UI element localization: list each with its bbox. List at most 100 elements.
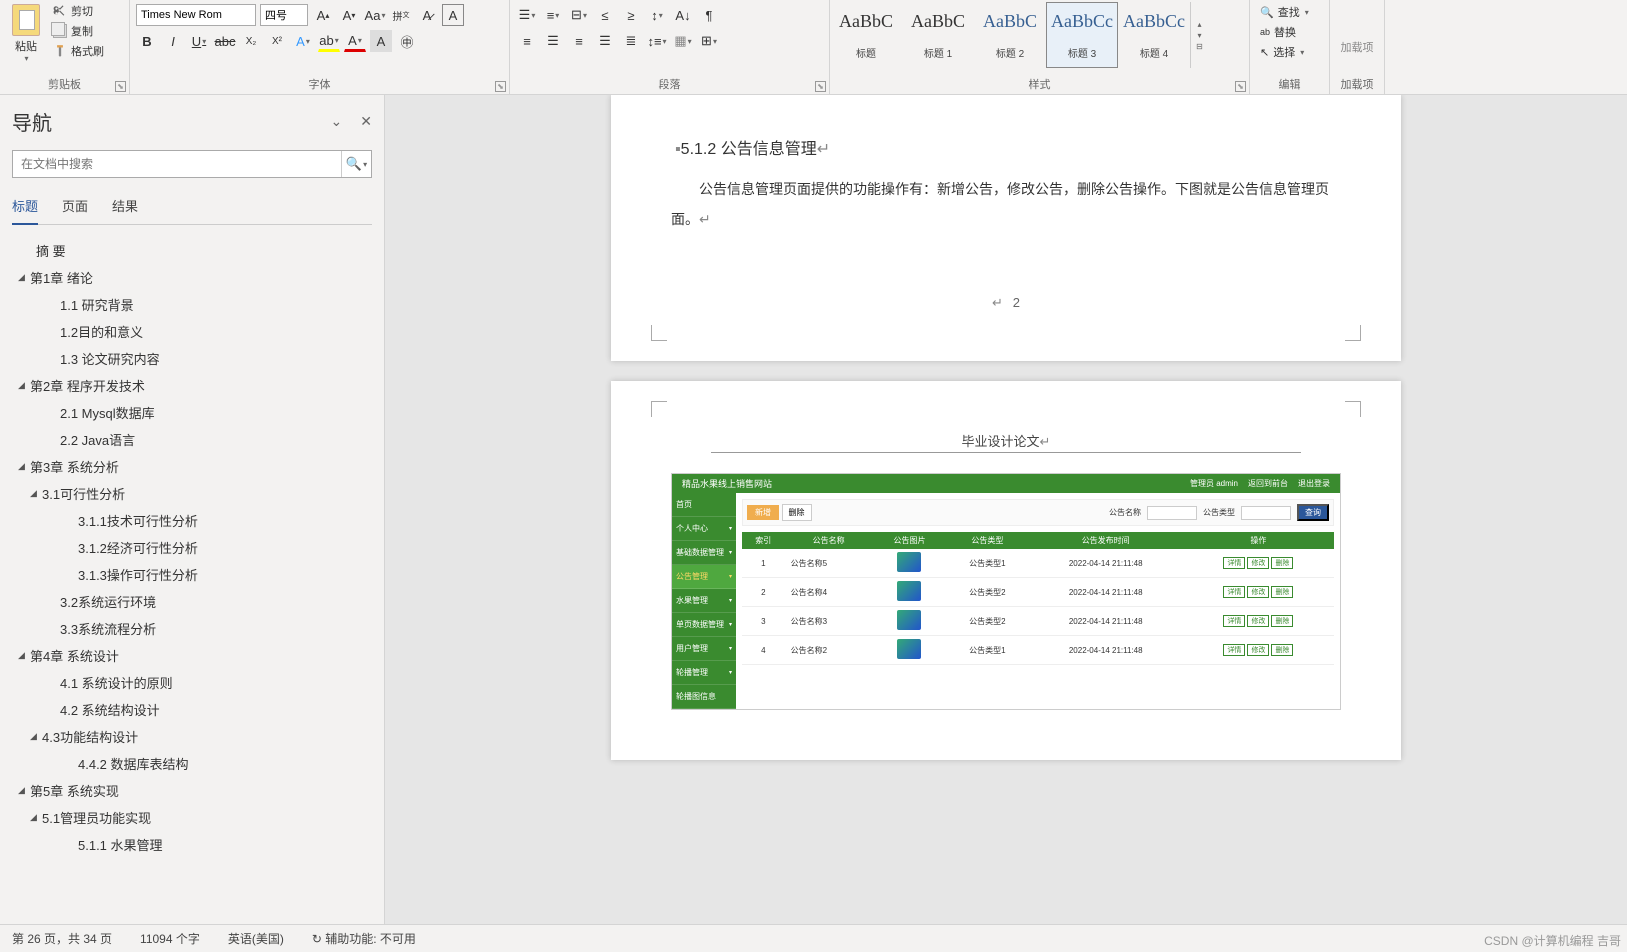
multilevel-list-button[interactable]: ⊟▾ [568,4,590,26]
change-case-button[interactable]: Aa▾ [364,4,386,26]
tree-item[interactable]: 4.4.2 数据库表结构 [12,750,372,777]
nav-tab-headings[interactable]: 标题 [12,192,38,225]
status-language[interactable]: 英语(美国) [228,930,284,947]
embed-action-button[interactable]: 删除 [1271,644,1293,656]
paste-button[interactable]: 粘贴 ▾ [6,2,46,65]
find-button[interactable]: 🔍 查找▾ [1256,2,1323,22]
embed-action-button[interactable]: 修改 [1247,644,1269,656]
nav-search-input[interactable] [13,151,341,177]
tree-item[interactable]: ◢5.1管理员功能实现 [12,804,372,831]
underline-button[interactable]: U▾ [188,30,210,52]
embed-sidebar-item[interactable]: 轮播图信息 [672,685,736,709]
tree-item[interactable]: ◢第3章 系统分析 [12,453,372,480]
font-launcher[interactable]: ⬊ [495,81,506,92]
font-name-select[interactable] [136,4,256,26]
nav-search-button[interactable]: 🔍▾ [341,151,371,177]
embed-sidebar-item[interactable]: 基础数据管理▾ [672,541,736,565]
tree-item[interactable]: 4.2 系统结构设计 [12,696,372,723]
tree-item[interactable]: 4.1 系统设计的原则 [12,669,372,696]
nav-close-button[interactable]: ✕ [360,113,372,130]
show-marks-button[interactable]: ¶ [698,4,720,26]
character-border-button[interactable]: A [442,4,464,26]
nav-collapse-button[interactable]: ⌄ [331,113,343,130]
style-item[interactable]: AaBbC标题 2 [974,2,1046,68]
text-direction-button[interactable]: ↕▾ [646,4,668,26]
embed-search-button[interactable]: 查询 [1297,504,1329,521]
clear-formatting-button[interactable]: A̷ [416,4,438,26]
superscript-button[interactable]: X² [266,30,288,52]
embed-action-button[interactable]: 修改 [1247,557,1269,569]
embed-action-button[interactable]: 详情 [1223,557,1245,569]
styles-up-icon[interactable]: ▴ [1193,20,1206,29]
decrease-indent-button[interactable]: ≤ [594,4,616,26]
embed-action-button[interactable]: 修改 [1247,615,1269,627]
numbering-button[interactable]: ≡▾ [542,4,564,26]
highlight-button[interactable]: ab▾ [318,30,340,52]
embed-header-link[interactable]: 管理员 admin [1190,478,1238,489]
sort-button[interactable]: A↓ [672,4,694,26]
tree-item[interactable]: 5.1.1 水果管理 [12,831,372,858]
align-left-button[interactable]: ≡ [516,30,538,52]
tree-item[interactable]: 1.3 论文研究内容 [12,345,372,372]
clipboard-launcher[interactable]: ⬊ [115,81,126,92]
embed-filter2-input[interactable] [1241,506,1291,520]
status-accessibility[interactable]: ↻ 辅助功能: 不可用 [312,930,416,947]
tree-item[interactable]: 3.1.1技术可行性分析 [12,507,372,534]
font-size-select[interactable] [260,4,308,26]
embed-action-button[interactable]: 详情 [1223,586,1245,598]
embed-sidebar-item[interactable]: 首页 [672,493,736,517]
embed-action-button[interactable]: 删除 [1271,586,1293,598]
embed-sidebar-item[interactable]: 个人中心▾ [672,517,736,541]
embed-action-button[interactable]: 删除 [1271,557,1293,569]
shading-button[interactable]: ▦▾ [672,30,694,52]
distributed-button[interactable]: ≣ [620,30,642,52]
tree-item[interactable]: 摘 要 [12,237,372,264]
status-words[interactable]: 11094 个字 [140,930,200,947]
embed-sidebar-item[interactable]: 用户管理▾ [672,637,736,661]
style-item[interactable]: AaBbC标题 [830,2,902,68]
tree-item[interactable]: ◢第2章 程序开发技术 [12,372,372,399]
embed-header-link[interactable]: 退出登录 [1298,478,1330,489]
tree-item[interactable]: 2.1 Mysql数据库 [12,399,372,426]
justify-button[interactable]: ☰ [594,30,616,52]
line-spacing-button[interactable]: ↕≡▾ [646,30,668,52]
nav-tab-results[interactable]: 结果 [112,192,138,224]
embed-sidebar-item[interactable]: 轮播管理▾ [672,661,736,685]
tree-item[interactable]: ◢第5章 系统实现 [12,777,372,804]
shrink-font-button[interactable]: A▾ [338,4,360,26]
style-item[interactable]: AaBbC标题 1 [902,2,974,68]
borders-button[interactable]: ⊞▾ [698,30,720,52]
embed-sidebar-item[interactable]: 公告管理▾ [672,565,736,589]
tree-item[interactable]: ◢第4章 系统设计 [12,642,372,669]
character-shading-button[interactable]: A [370,30,392,52]
embed-filter1-input[interactable] [1147,506,1197,520]
tree-item[interactable]: ◢3.1可行性分析 [12,480,372,507]
grow-font-button[interactable]: A▴ [312,4,334,26]
bullets-button[interactable]: ☰▾ [516,4,538,26]
style-item[interactable]: AaBbCc标题 4 [1118,2,1190,68]
tree-item[interactable]: 3.3系统流程分析 [12,615,372,642]
align-right-button[interactable]: ≡ [568,30,590,52]
tree-item[interactable]: 1.1 研究背景 [12,291,372,318]
tree-item[interactable]: ◢4.3功能结构设计 [12,723,372,750]
copy-button[interactable]: 复制 [50,22,107,40]
tree-item[interactable]: 3.1.3操作可行性分析 [12,561,372,588]
style-item[interactable]: AaBbCc标题 3 [1046,2,1118,68]
strikethrough-button[interactable]: abc [214,30,236,52]
embed-sidebar-item[interactable]: 水果管理▾ [672,589,736,613]
tree-item[interactable]: 3.1.2经济可行性分析 [12,534,372,561]
addins-button[interactable]: 加载项 [1341,39,1374,55]
document-area[interactable]: ▪5.1.2 公告信息管理↵ 公告信息管理页面提供的功能操作有：新增公告，修改公… [385,95,1627,924]
embed-delete-button[interactable]: 删除 [782,504,812,521]
status-page[interactable]: 第 26 页，共 34 页 [12,930,112,947]
styles-down-icon[interactable]: ▾ [1193,31,1206,40]
increase-indent-button[interactable]: ≥ [620,4,642,26]
embed-action-button[interactable]: 详情 [1223,644,1245,656]
tree-item[interactable]: 3.2系统运行环境 [12,588,372,615]
paragraph-launcher[interactable]: ⬊ [815,81,826,92]
nav-tab-pages[interactable]: 页面 [62,192,88,224]
align-center-button[interactable]: ☰ [542,30,564,52]
select-button[interactable]: ↖ 选择▾ [1256,42,1323,62]
cut-button[interactable]: 剪切 [50,2,107,20]
embed-action-button[interactable]: 修改 [1247,586,1269,598]
